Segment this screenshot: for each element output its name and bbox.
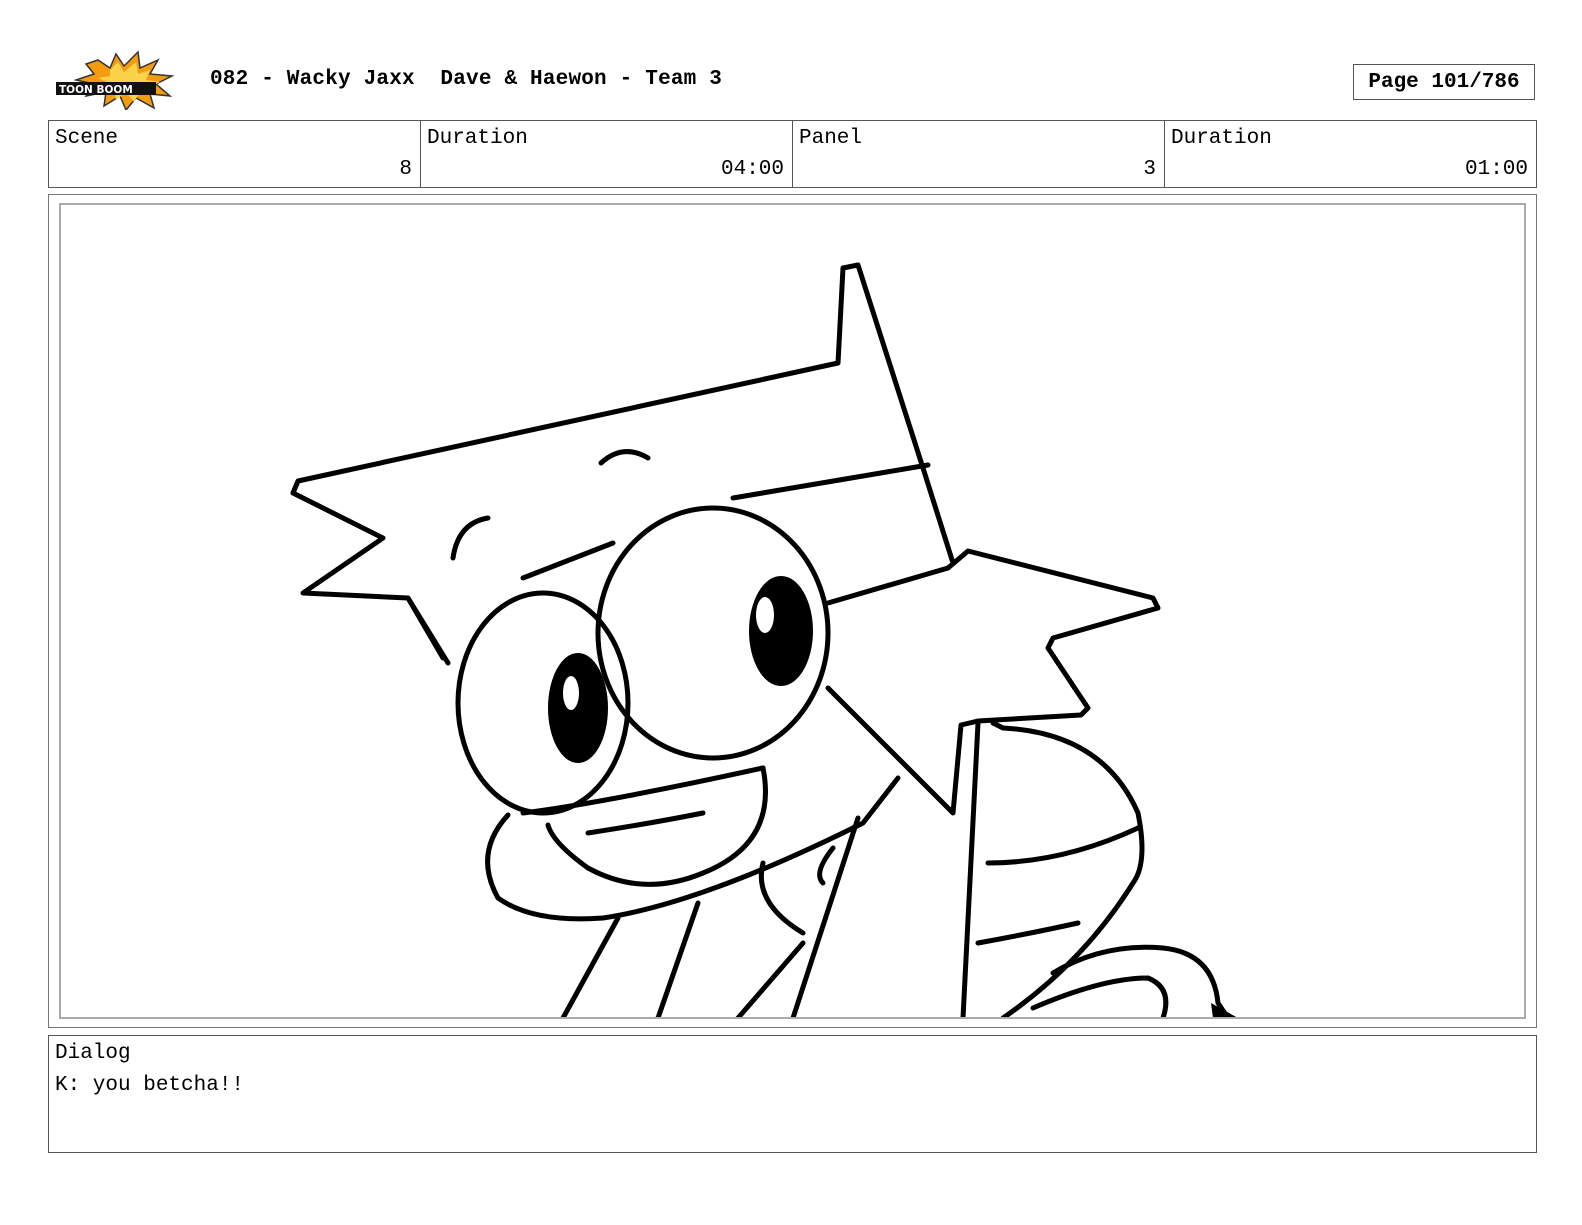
panel-label: Panel: [799, 127, 863, 150]
eyebrow-left: [450, 515, 491, 561]
snout-outline: [485, 775, 901, 922]
dialog-label: Dialog: [55, 1042, 131, 1065]
panel-cell: Panel 3: [793, 121, 1165, 187]
panel-duration-label: Duration: [1171, 127, 1272, 150]
body-line-8: [975, 920, 1081, 946]
panel-duration-cell: Duration 01:00: [1165, 121, 1536, 187]
pupil-left: [548, 653, 608, 763]
scene-duration-value: 04:00: [720, 158, 784, 181]
hair-outline: [290, 262, 956, 661]
body-line-3: [735, 940, 806, 1017]
scene-info-table: Scene 8 Duration 04:00 Panel 3 Duration …: [48, 120, 1537, 188]
tail-tip: [1211, 1003, 1237, 1017]
panel-frame: [59, 203, 1526, 1019]
scene-label: Scene: [55, 127, 119, 150]
hair-band: [405, 462, 951, 666]
scene-duration-cell: Duration 04:00: [421, 121, 793, 187]
body-line-5: [960, 720, 981, 1017]
scene-cell: Scene 8: [49, 121, 421, 187]
toonboom-logo-graphic: TOON BOOM: [56, 50, 175, 112]
teeth: [585, 810, 706, 836]
tail-inner: [1030, 975, 1169, 1017]
toonboom-logo: TOON BOOM: [50, 50, 190, 112]
page-number: Page 101/786: [1353, 64, 1535, 100]
body-line-6: [990, 720, 1145, 1017]
mouth-outline: [545, 765, 768, 887]
body-line-2: [655, 900, 701, 1017]
dialog-text: K: you betcha!!: [55, 1074, 245, 1097]
panel-value: 3: [1143, 158, 1156, 181]
body-line-4: [790, 815, 861, 1017]
pupil-left-highlight: [563, 676, 579, 710]
storyboard-panel: [48, 194, 1537, 1028]
tail: [1050, 944, 1231, 1017]
pupil-right-highlight: [756, 597, 774, 633]
panel-duration-value: 01:00: [1464, 158, 1528, 181]
pupil-right: [749, 576, 813, 686]
logo-text: TOON BOOM: [59, 84, 133, 96]
body-line-7: [985, 825, 1141, 866]
dialog-box: Dialog K: you betcha!!: [48, 1035, 1537, 1153]
mouth-top: [520, 765, 766, 816]
document-title: 082 - Wacky Jaxx Dave & Haewon - Team 3: [210, 68, 723, 91]
neck-line: [817, 845, 836, 886]
scene-value: 8: [399, 158, 412, 181]
character-sketch: [290, 262, 1237, 1017]
scene-duration-label: Duration: [427, 127, 528, 150]
chin-line: [758, 860, 806, 936]
body-line-1: [560, 915, 621, 1017]
eyebrow-right: [598, 449, 651, 466]
